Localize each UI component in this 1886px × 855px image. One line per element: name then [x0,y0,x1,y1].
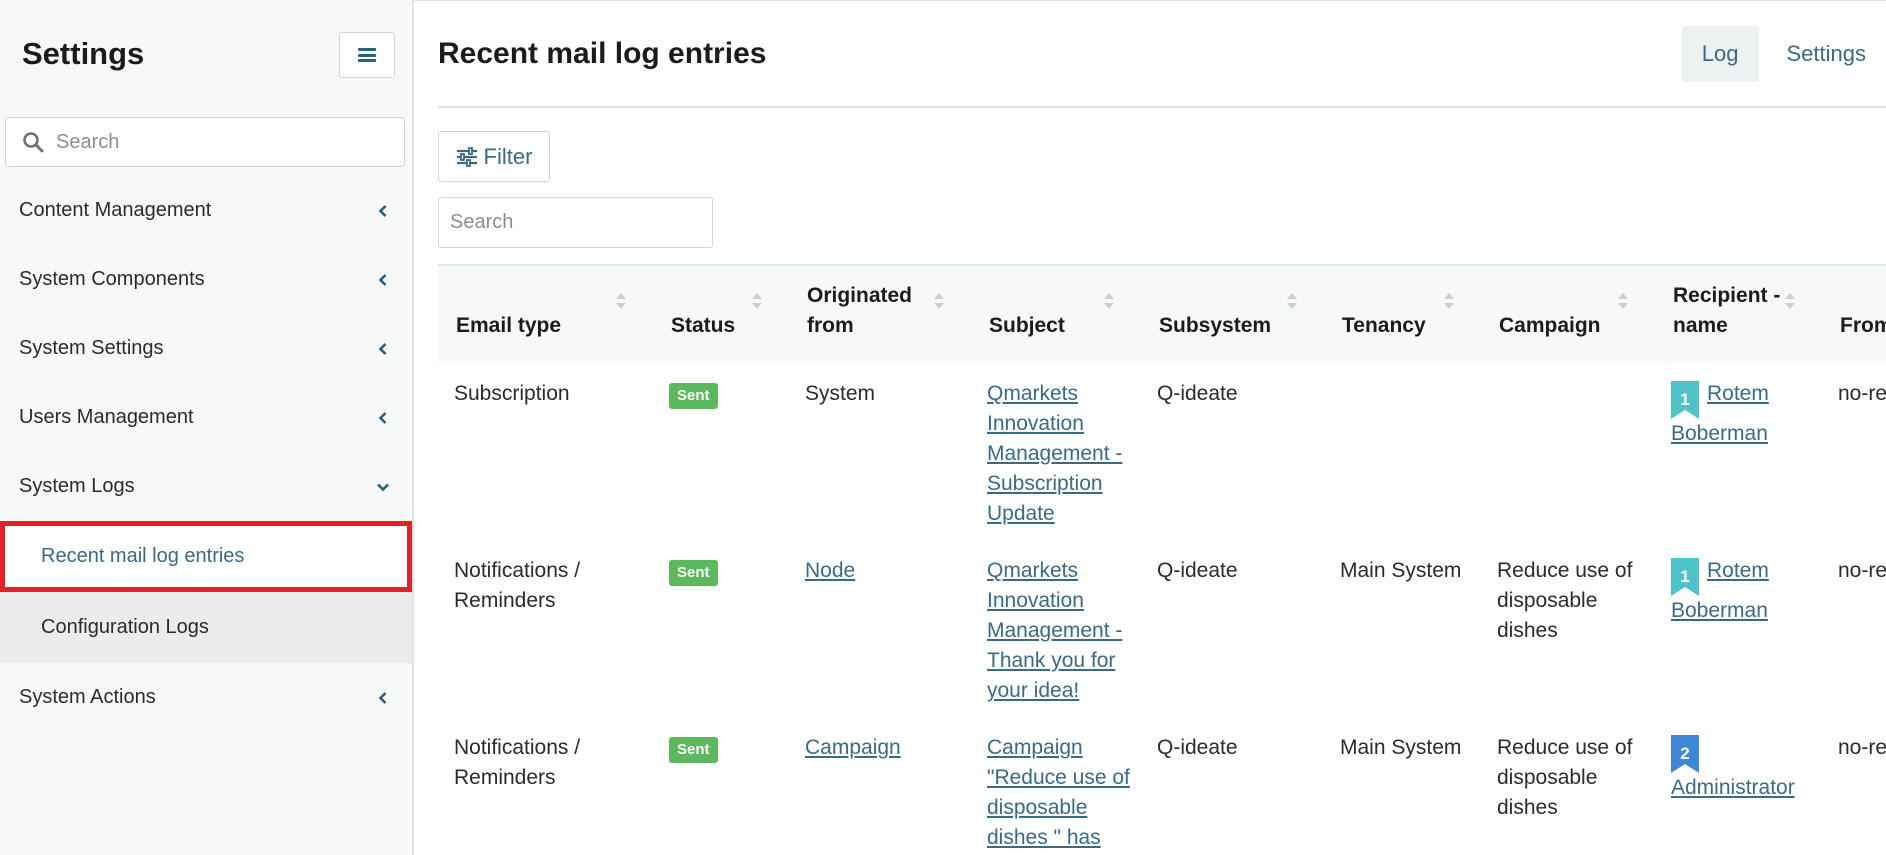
sidebar-item-label: Content Management [19,199,212,221]
cell-subsystem: Q-ideate [1157,382,1238,405]
sidebar-search [5,117,405,167]
filter-button[interactable]: Filter [438,131,550,182]
chevron-left-icon [378,411,387,424]
tab-settings[interactable]: Settings [1767,26,1886,82]
subject-link[interactable]: Qmarkets Innovation Management - Thank y… [987,559,1122,702]
rank-badge-icon: 1 [1671,381,1699,419]
mail-log-table: Email type Status Originated from Subjec… [438,266,1886,855]
cell-subsystem: Q-ideate [1157,736,1238,759]
sidebar-item-system-actions[interactable]: System Actions [0,663,412,732]
sidebar-item-content-management[interactable]: Content Management [0,176,412,245]
sidebar-subitem-recent-mail-log[interactable]: Recent mail log entries [0,521,412,592]
origin-link[interactable]: Campaign [805,736,901,759]
sidebar-item-label: System Logs [19,475,135,497]
rank-badge-icon: 1 [1671,558,1699,596]
subject-link[interactable]: Qmarkets Innovation Management - Subscri… [987,382,1122,525]
sidebar-item-system-settings[interactable]: System Settings [0,314,412,383]
sidebar-item-system-components[interactable]: System Components [0,245,412,314]
column-header[interactable]: Email type [438,266,653,363]
chevron-down-icon [377,483,389,491]
mail-log-table-container: Email type Status Originated from Subjec… [438,264,1886,855]
sidebar-search-input[interactable] [56,127,386,157]
sidebar-nav: Content Management System Components Sys… [0,176,412,732]
cell-campaign: Reduce use of disposable dishes [1497,736,1633,819]
sidebar-item-label: System Settings [19,337,164,359]
column-header[interactable]: From email [1822,266,1886,363]
settings-sidebar: Settings Content Management System Compo… [0,0,414,855]
status-badge: Sent [669,737,718,763]
tab-log[interactable]: Log [1681,26,1759,82]
sidebar-item-label: System Actions [19,686,156,708]
cell-campaign: Reduce use of disposable dishes [1497,559,1633,642]
hamburger-icon [358,48,376,62]
sidebar-title: Settings [22,36,145,71]
table-row: Subscription Sent System Qmarkets Innova… [438,363,1886,540]
view-tabs: Log Settings [1674,26,1886,82]
column-header[interactable]: Subject [971,266,1141,363]
sort-icon [1618,293,1628,309]
status-badge: Sent [669,560,718,586]
sliders-icon [456,146,477,167]
sidebar-item-users-management[interactable]: Users Management [0,383,412,452]
chevron-left-icon [378,691,387,704]
subject-link[interactable]: Campaign "Reduce use of disposable dishe… [987,736,1130,849]
sidebar-subitem-label: Recent mail log entries [41,545,245,567]
sidebar-item-system-logs[interactable]: System Logs [0,452,412,521]
sort-icon [1444,293,1454,309]
page-title: Recent mail log entries [438,37,767,70]
cell-email-type: Notifications / Reminders [454,736,581,789]
cell-campaign [1481,363,1655,540]
sort-icon [616,293,626,309]
cell-email-type: Notifications / Reminders [454,559,581,612]
cell-from-email: no-repl [1838,559,1886,582]
chevron-left-icon [378,204,387,217]
search-icon [23,132,44,153]
sort-icon [1785,293,1795,309]
cell-origin: System [805,382,876,405]
cell-tenancy: Main System [1340,559,1462,582]
sidebar-item-label: System Components [19,268,205,290]
rank-badge-icon: 2 [1671,735,1699,773]
filter-label: Filter [483,143,533,169]
header-divider [438,106,1886,108]
column-header[interactable]: Subsystem [1141,266,1324,363]
status-badge: Sent [669,383,718,409]
sidebar-subitem-configuration-logs[interactable]: Configuration Logs [0,592,412,663]
system-logs-submenu: Recent mail log entries Configuration Lo… [0,521,412,663]
origin-link[interactable]: Node [805,559,855,582]
column-header[interactable]: Tenancy [1324,266,1481,363]
cell-from-email: no-repl [1838,736,1886,759]
main-content: Recent mail log entries Log Settings Fil… [414,0,1886,855]
sidebar-subitem-label: Configuration Logs [41,616,209,638]
sort-icon [1104,293,1114,309]
cell-tenancy: Main System [1340,736,1462,759]
cell-from-email: no-repl [1838,382,1886,405]
column-header[interactable]: Originated from [789,266,971,363]
chevron-left-icon [378,342,387,355]
recipient-link[interactable]: Administrator [1671,776,1795,799]
sort-icon [1287,293,1297,309]
table-row: Notifications / Reminders Sent Node Qmar… [438,540,1886,717]
sort-icon [934,293,944,309]
table-row: Notifications / Reminders Sent Campaign … [438,717,1886,855]
table-search-input[interactable] [439,198,712,247]
cell-tenancy [1324,363,1481,540]
sidebar-item-label: Users Management [19,406,194,428]
sidebar-header: Settings [0,0,412,108]
menu-toggle-button[interactable] [339,32,395,78]
column-header[interactable]: Status [653,266,789,363]
cell-subsystem: Q-ideate [1157,559,1238,582]
column-header[interactable]: Recipient - name [1655,266,1822,363]
column-header[interactable]: Campaign [1481,266,1655,363]
table-search [438,197,713,248]
sort-icon [752,293,762,309]
table-header-row: Email type Status Originated from Subjec… [438,266,1886,363]
chevron-left-icon [378,273,387,286]
cell-email-type: Subscription [454,382,570,405]
